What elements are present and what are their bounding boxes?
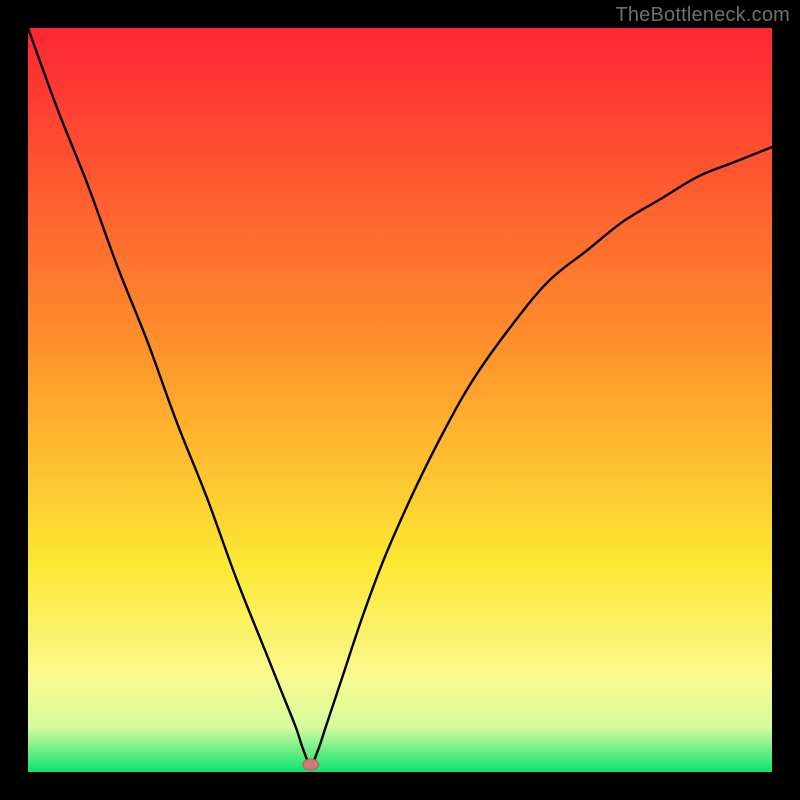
gradient-background: [28, 28, 772, 772]
attribution-label: TheBottleneck.com: [615, 4, 790, 27]
chart-frame: TheBottleneck.com: [0, 0, 800, 800]
optimal-point-marker: [303, 759, 319, 770]
plot-area: [28, 28, 772, 772]
chart-svg: [28, 28, 772, 772]
